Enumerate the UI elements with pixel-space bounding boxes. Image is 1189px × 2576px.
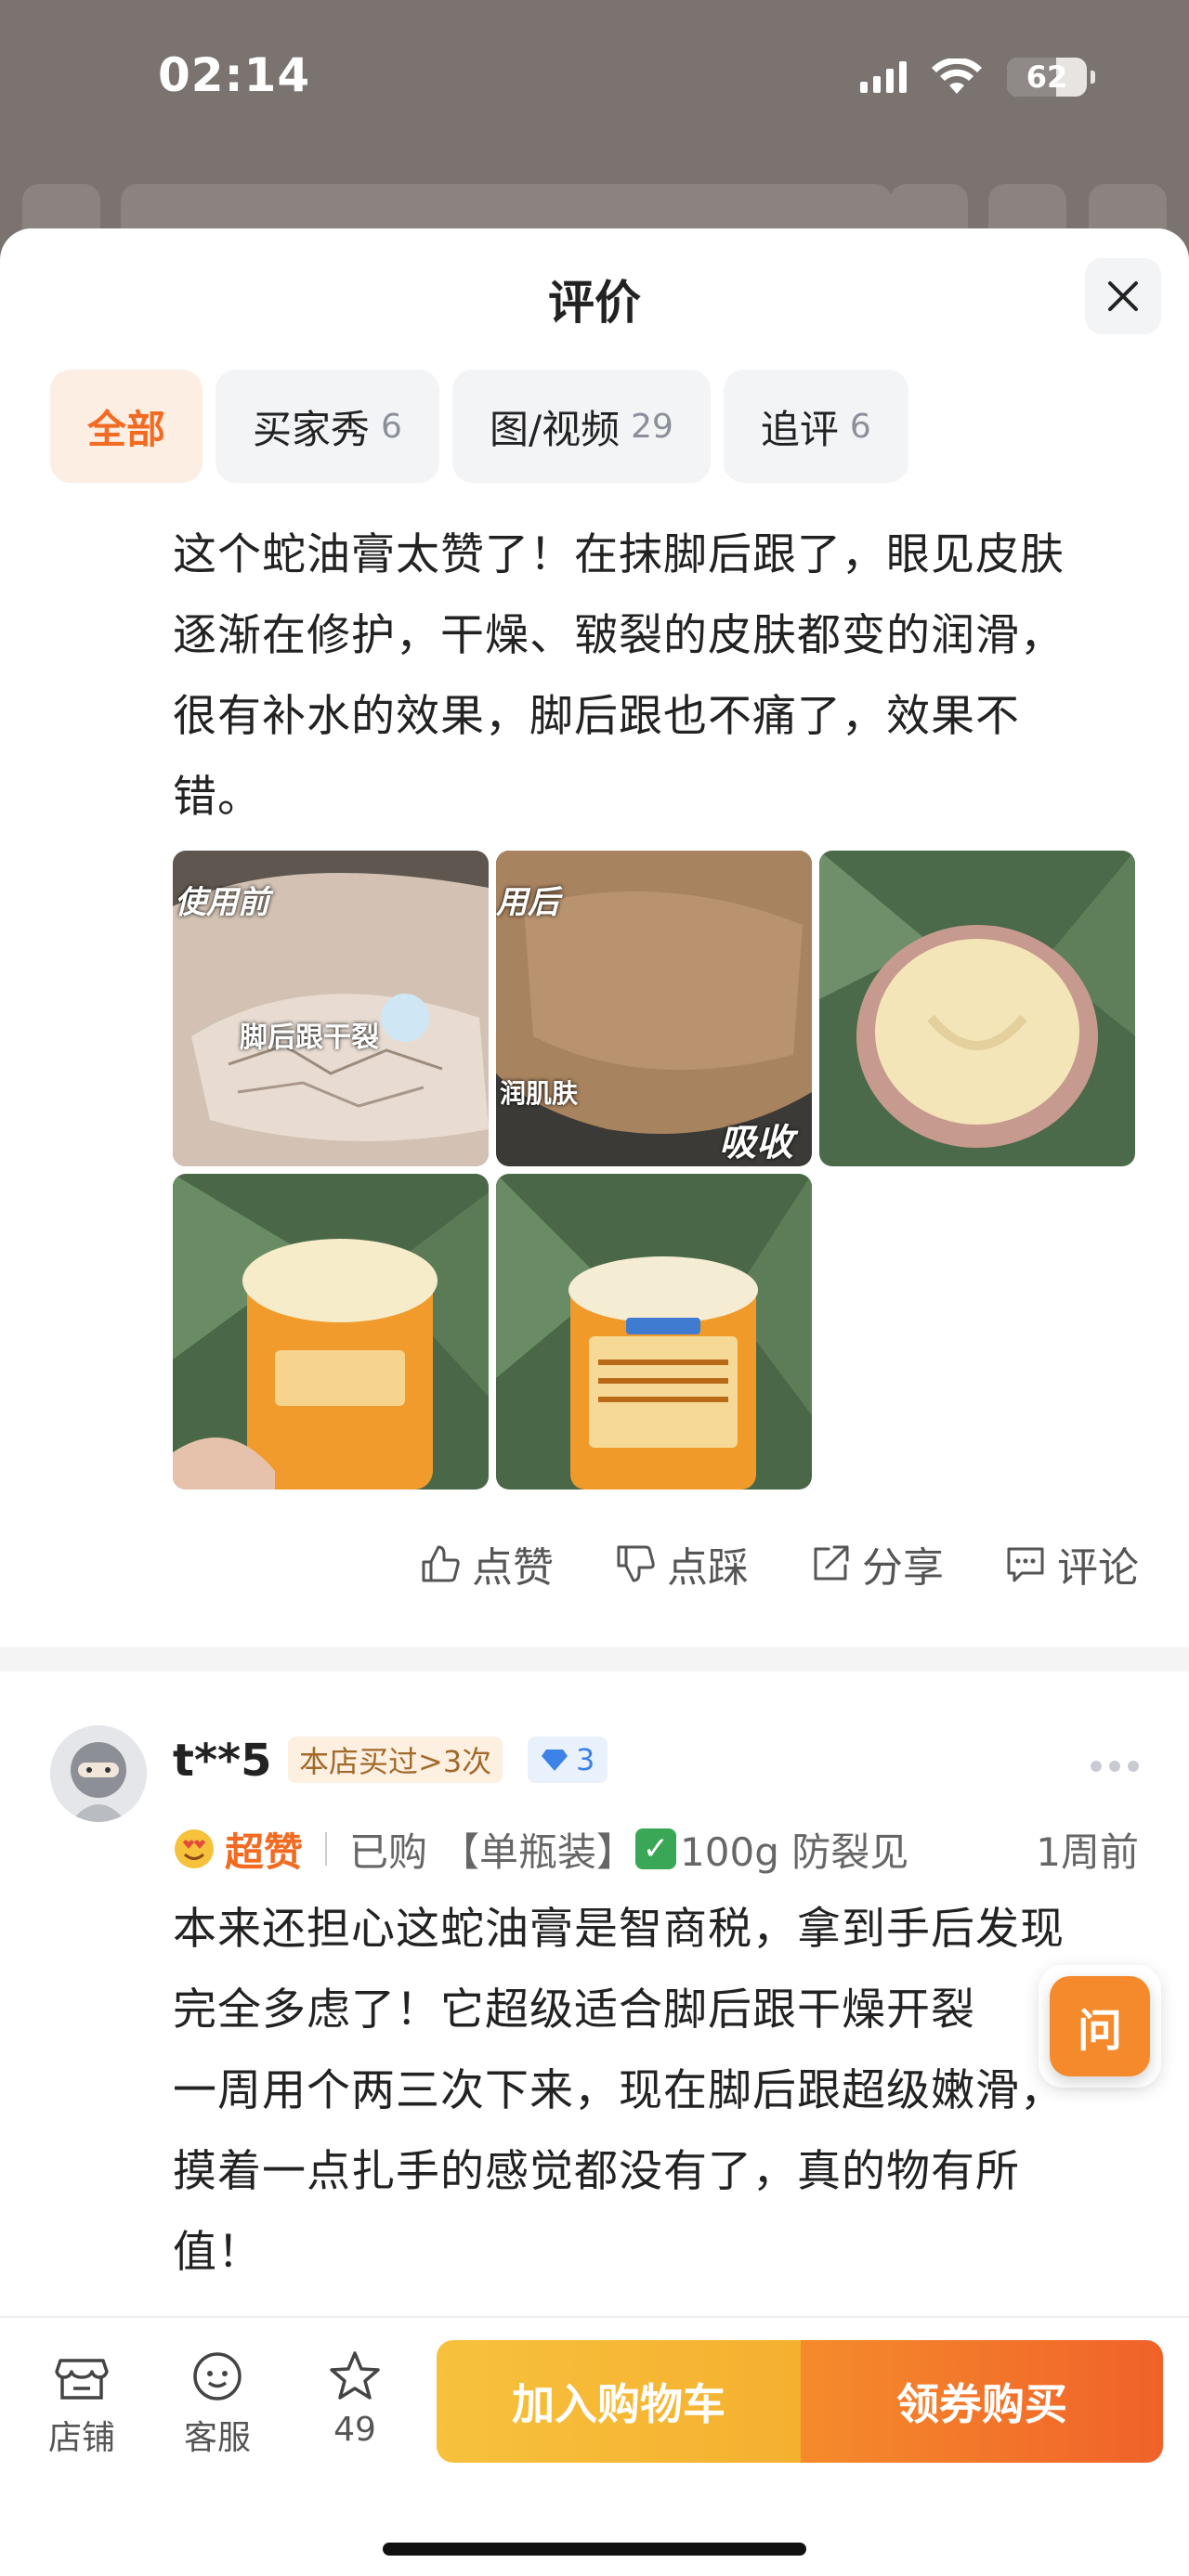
review-actions: 点赞 点踩 分享 评论 <box>418 1534 1139 1594</box>
member-level-badge: 3 <box>528 1737 608 1783</box>
share-review-button[interactable]: 分享 <box>808 1534 944 1594</box>
review-line: 一周用个两三次下来，现在脚后跟超级嫩滑， <box>173 2065 1065 2116</box>
sheet-title: 评价 <box>548 276 641 330</box>
dislike-button[interactable]: 点踩 <box>613 1534 749 1594</box>
tab-label: 追评 <box>760 406 839 452</box>
share-label: 分享 <box>862 1544 944 1592</box>
status-time: 02:14 <box>158 48 311 102</box>
review-line: 很有补水的效果，脚后跟也不痛了，效果不 <box>173 691 1020 742</box>
comment-button[interactable]: 评论 <box>1003 1534 1139 1594</box>
like-button[interactable]: 点赞 <box>418 1534 554 1594</box>
review-text: 这个蛇油膏太赞了！在抹脚后跟了，眼见皮肤 逐渐在修护，干燥、皲裂的皮肤都变的润滑… <box>173 514 1139 838</box>
review-photo-cream-label[interactable] <box>496 1174 812 1490</box>
review-line: 摸着一点扎手的感觉都没有了，真的物有所 <box>173 2146 1020 2197</box>
more-options-icon[interactable] <box>1091 1761 1139 1772</box>
heart-eyes-emoji-icon <box>175 1829 214 1868</box>
like-label: 点赞 <box>472 1544 554 1592</box>
repeat-buyer-badge: 本店买过>3次 <box>288 1737 503 1783</box>
review-meta: 超赞 已购 【单瓶装】 ✓ 100g 防裂见 1周前 <box>173 1818 1139 1880</box>
tab-count: 6 <box>381 407 402 446</box>
dislike-label: 点踩 <box>667 1544 749 1592</box>
thumbs-up-icon <box>422 1545 460 1582</box>
photo-label: 使用前 <box>175 884 269 921</box>
rating: 超赞 <box>173 1821 303 1878</box>
comment-icon <box>1007 1547 1044 1582</box>
meta-separator <box>325 1832 328 1866</box>
review-text: 本来还担心这蛇油膏是智商税，拿到手后发现 完全多虑了！它超级适合脚后跟干燥开裂 … <box>173 1889 1139 2293</box>
checkmark-icon: ✓ <box>635 1828 677 1869</box>
review-line: 值！ <box>173 2227 262 2278</box>
service-face-icon <box>193 2352 242 2400</box>
tab-photo-video[interactable]: 图/视频 29 <box>451 370 711 483</box>
review-divider <box>0 1647 1189 1672</box>
level-value: 3 <box>576 1742 595 1777</box>
thumbs-down-icon <box>617 1545 655 1582</box>
purchased-label: 已购 <box>349 1828 428 1875</box>
favorite-count: 49 <box>333 2411 376 2449</box>
service-label: 客服 <box>183 2419 251 2457</box>
signal-icon <box>860 61 907 93</box>
share-icon <box>814 1545 849 1581</box>
rating-label: 超赞 <box>225 1828 304 1875</box>
close-icon <box>1108 281 1138 311</box>
tab-count: 29 <box>631 407 673 446</box>
photo-caption: 吸收快 <box>719 1122 793 1164</box>
review-time: 1周前 <box>1036 1828 1139 1875</box>
spec-label: 100g 防裂见 <box>680 1828 909 1875</box>
photo-caption: 润肌肤 <box>500 1078 579 1109</box>
review-line: 错。 <box>173 772 262 823</box>
tab-follow-up[interactable]: 追评 6 <box>723 370 908 483</box>
sku-label: 【单瓶装】 <box>440 1828 636 1875</box>
review-photo-cream-jar[interactable] <box>173 1174 489 1490</box>
tab-label: 图/视频 <box>489 406 621 452</box>
status-icons: 62 <box>860 58 1095 97</box>
battery-icon: 62 <box>1007 58 1095 97</box>
ask-question-button[interactable]: 问 <box>1050 1976 1150 2076</box>
customer-service-button[interactable]: 客服 <box>171 2348 264 2459</box>
review-photo-cream-open[interactable] <box>819 851 1135 1166</box>
avatar[interactable] <box>50 1725 147 1822</box>
bottom-action-bar: 店铺 客服 49 加入购物车 领券购买 <box>0 2316 1189 2576</box>
review-line: 完全多虑了！它超级适合脚后跟干燥开裂 <box>173 1984 975 2036</box>
tab-all[interactable]: 全部 <box>50 370 203 483</box>
add-to-cart-button[interactable]: 加入购物车 <box>437 2340 801 2463</box>
favorite-button[interactable]: 49 <box>308 2348 401 2449</box>
purchase-actions: 加入购物车 领券购买 <box>437 2340 1163 2463</box>
review-line: 这个蛇油膏太赞了！在抹脚后跟了，眼见皮肤 <box>173 529 1065 580</box>
review-line: 本来还担心这蛇油膏是智商税，拿到手后发现 <box>173 1904 1065 1955</box>
tab-label: 全部 <box>87 406 166 452</box>
reviewer-name[interactable]: t**5 <box>173 1735 272 1787</box>
buy-with-coupon-button[interactable]: 领券购买 <box>801 2340 1163 2463</box>
review-line: 逐渐在修护，干燥、皲裂的皮肤都变的润滑， <box>173 610 1065 661</box>
diamond-icon <box>542 1750 568 1771</box>
photo-caption: 脚后跟干裂 <box>240 1021 379 1054</box>
tab-buyer-show[interactable]: 买家秀 6 <box>216 370 439 483</box>
battery-level: 62 <box>1026 59 1068 95</box>
review-photo-heel-after[interactable]: 用后 润肌肤 吸收快 <box>496 851 812 1166</box>
tab-label: 买家秀 <box>253 406 371 452</box>
shop-button[interactable]: 店铺 <box>35 2348 128 2459</box>
status-bar: 02:14 62 <box>0 0 1189 158</box>
review-photos: 使用前 脚后跟干裂 用后 润肌肤 吸收快 <box>173 851 1135 1490</box>
home-indicator <box>383 2543 806 2556</box>
photo-label: 用后 <box>496 884 559 921</box>
review-tabs: 全部 买家秀 6 图/视频 29 追评 6 <box>50 370 908 483</box>
wifi-icon <box>932 59 982 94</box>
review-photo-heel-before[interactable]: 使用前 脚后跟干裂 <box>173 851 489 1166</box>
store-icon <box>55 2359 109 2400</box>
comment-label: 评论 <box>1057 1544 1139 1592</box>
shop-label: 店铺 <box>47 2419 115 2457</box>
reviews-sheet: 评价 全部 买家秀 6 图/视频 29 追评 6 这个蛇油膏太赞了！在抹脚后跟了… <box>0 228 1189 2576</box>
star-icon <box>330 2351 380 2400</box>
close-button[interactable] <box>1085 258 1161 334</box>
tab-count: 6 <box>849 407 871 446</box>
